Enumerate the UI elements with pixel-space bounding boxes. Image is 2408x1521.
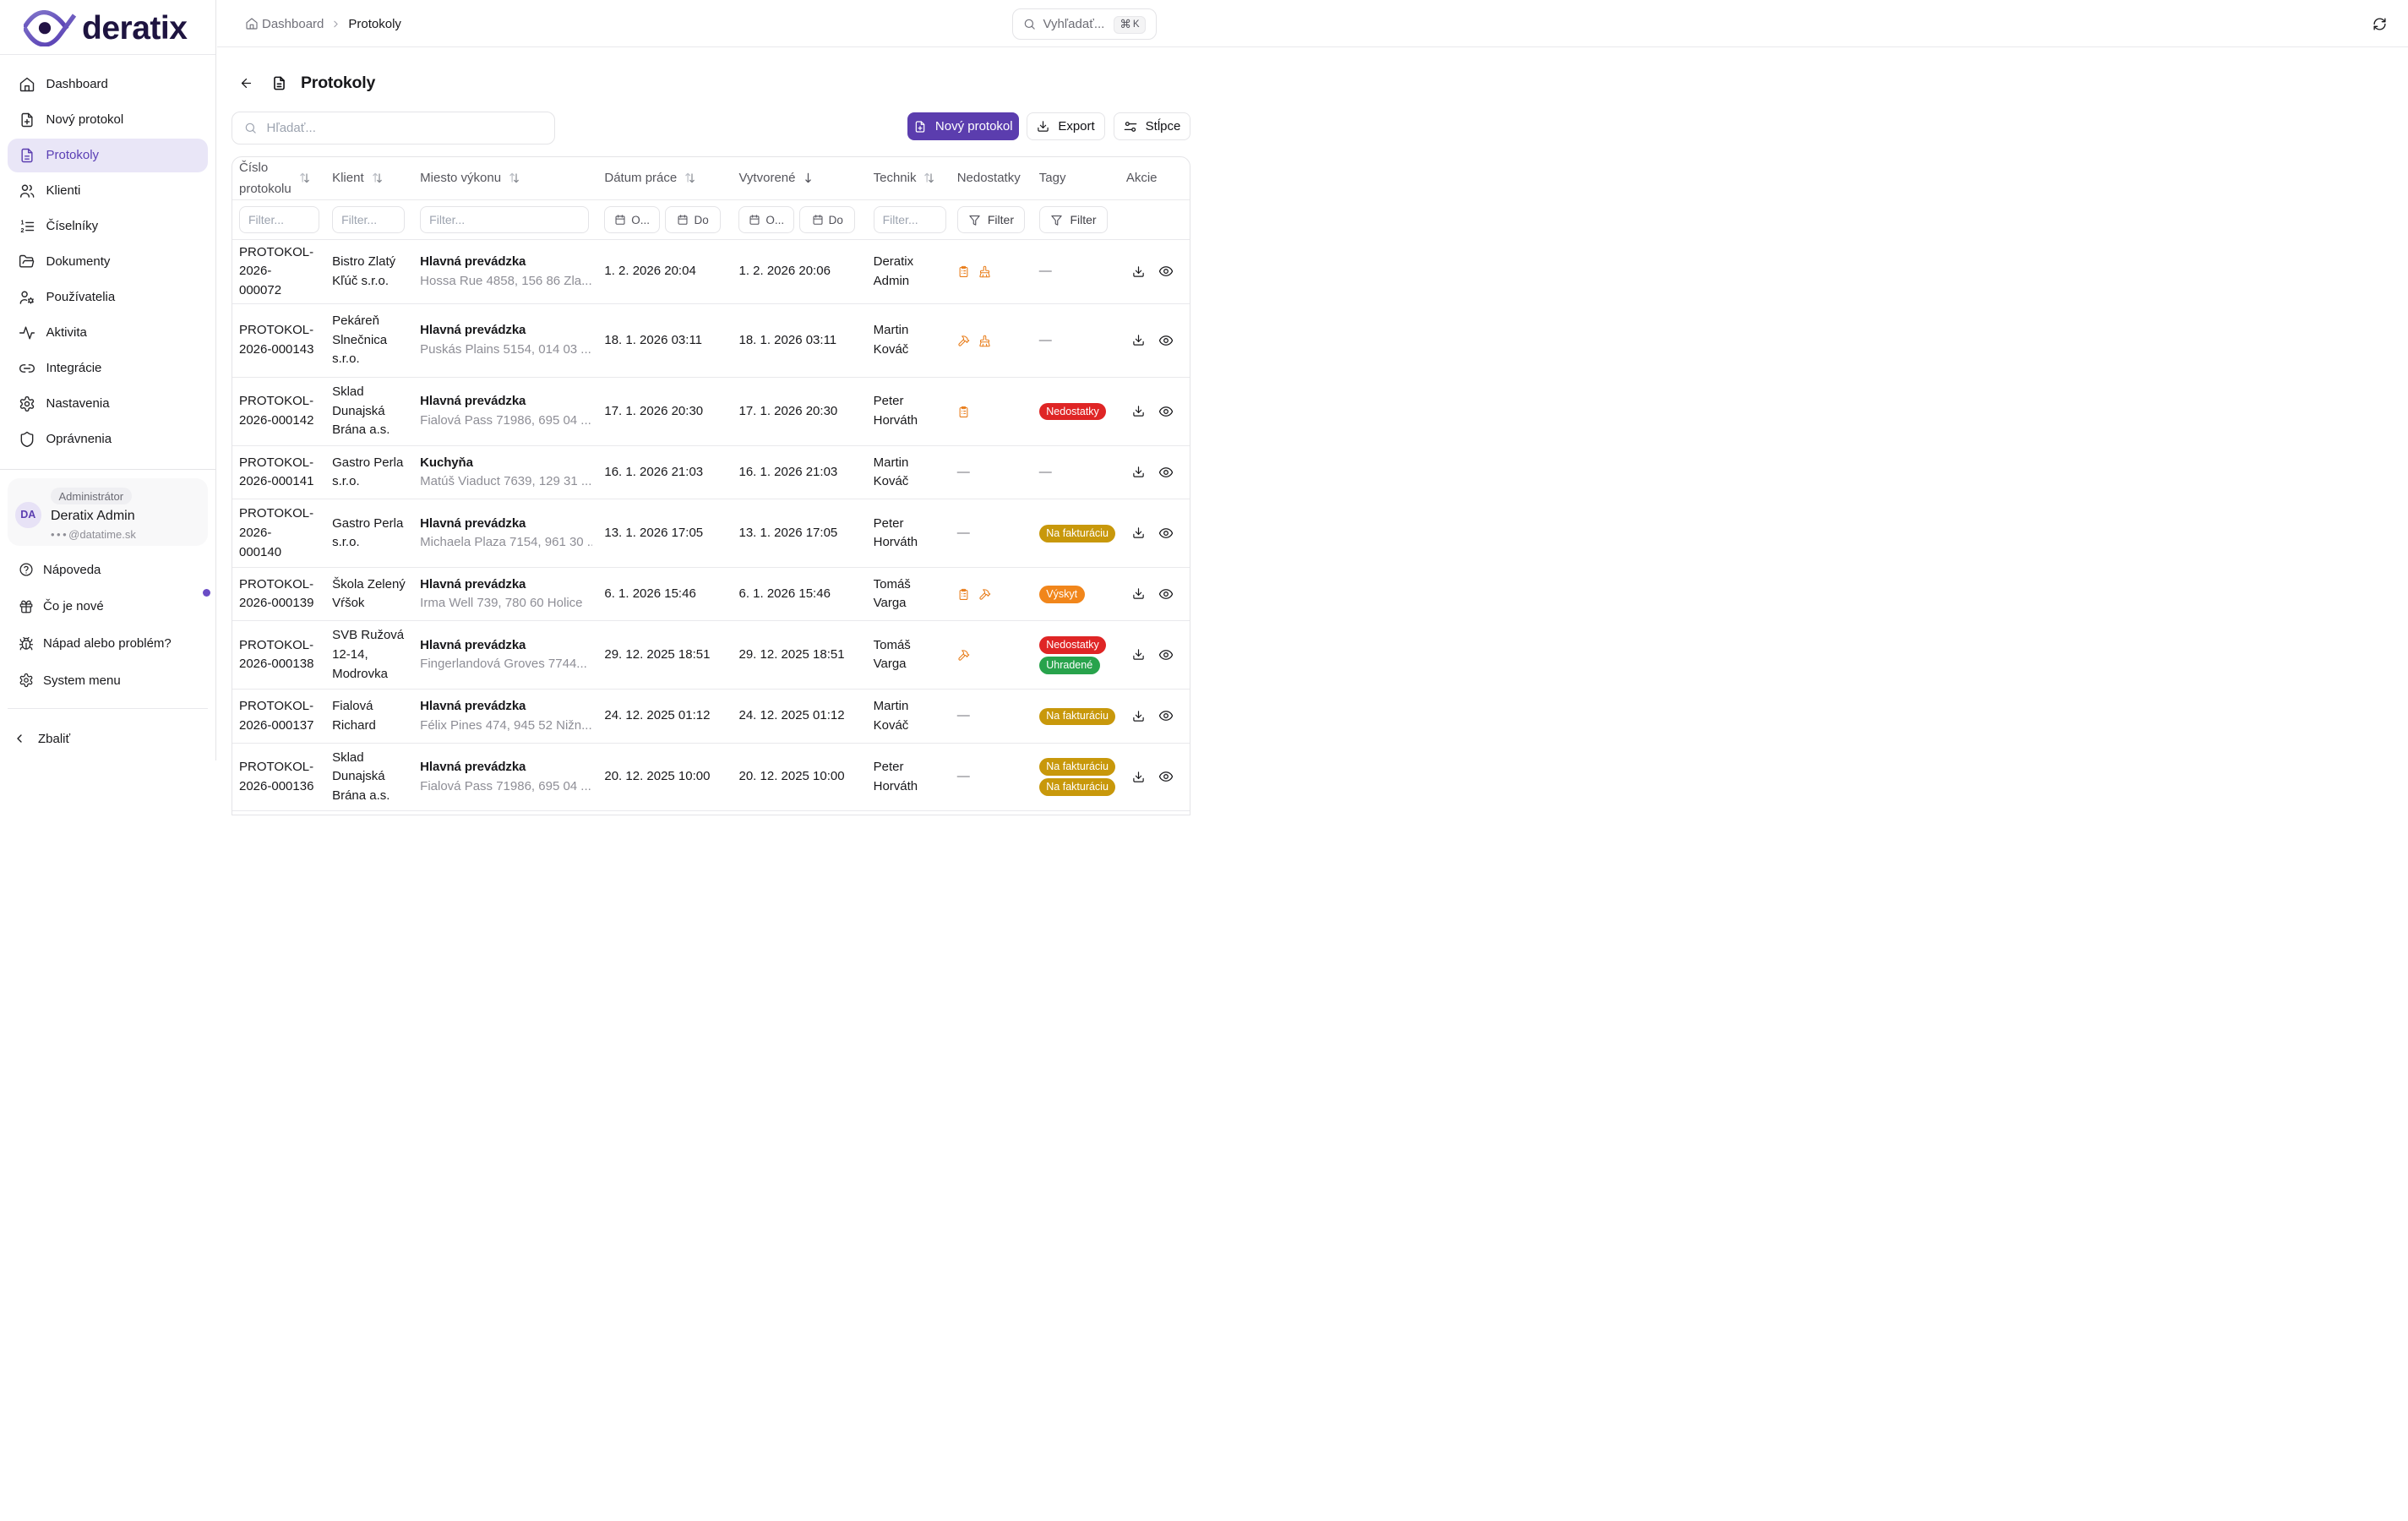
svg-text:2: 2 bbox=[20, 227, 24, 234]
svg-text:1: 1 bbox=[20, 219, 24, 226]
